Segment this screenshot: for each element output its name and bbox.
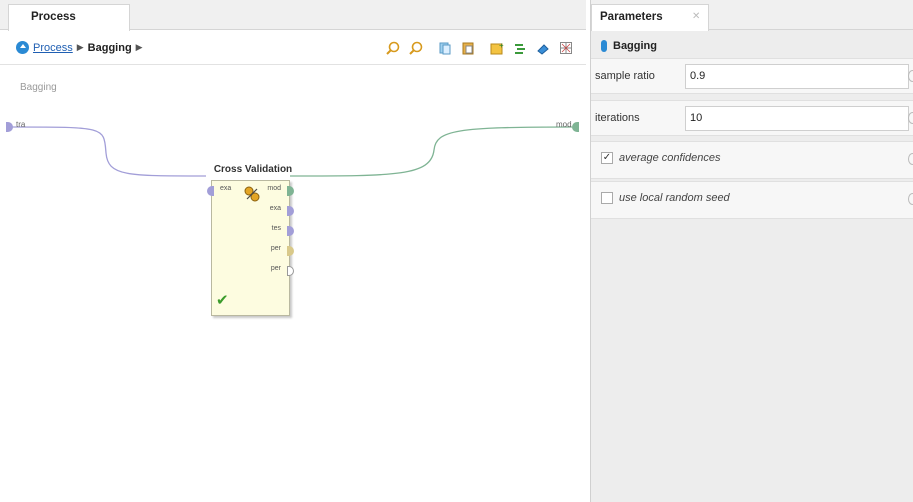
process-output-port[interactable] [572,122,579,132]
add-operator-icon[interactable]: + [489,40,505,56]
tab-parameters[interactable]: Parameters ✕ [591,4,709,31]
cross-validation-operator[interactable]: exa mod exa tes per per ✔ [207,180,294,316]
average-confidences-label: average confidences [619,152,721,164]
operator-input-port[interactable] [207,186,214,196]
sample-ratio-label: sample ratio [595,70,655,82]
zoom-in-icon[interactable] [385,40,401,56]
breadcrumb-current[interactable]: Bagging [88,42,132,54]
wire-icon[interactable] [512,40,528,56]
operator-input-port-label: exa [220,185,232,192]
process-toolbar: Process ▶ Bagging ▶ + [0,31,586,65]
iterations-label: iterations [595,112,640,124]
zoom-out-icon[interactable] [408,40,424,56]
home-icon[interactable] [16,41,29,54]
breadcrumb: Process ▶ Bagging ▶ [16,41,143,54]
tab-process[interactable]: Process [8,4,130,31]
help-icon[interactable] [908,153,913,165]
paste-icon[interactable] [460,40,476,56]
toolbar-icons: + [385,40,574,56]
status-ok-icon: ✔ [216,292,229,309]
parameters-operator-header: Bagging [601,40,657,52]
use-local-random-seed-checkbox[interactable] [601,192,613,204]
parameters-tabbar: Parameters ✕ [591,0,913,31]
close-icon[interactable]: ✕ [692,11,700,22]
iterations-field[interactable]: 10 [685,106,909,131]
wire-model-output [289,126,573,177]
operator-output-port-label: mod [267,185,281,192]
copy-icon[interactable] [437,40,453,56]
wire-training-input [11,126,207,177]
use-local-random-seed-label: use local random seed [619,192,730,204]
operator-title: Cross Validation [213,164,293,175]
operator-info-icon [601,40,607,52]
operator-output-port-label: per [270,265,281,272]
tab-parameters-label: Parameters [600,11,663,23]
param-row-iterations: iterations 10 [591,100,913,136]
svg-text:+: + [499,41,504,50]
process-canvas[interactable]: Bagging tra mod Cross Validation exa mod… [6,68,580,498]
parameters-panel: Parameters ✕ Bagging sample ratio 0.9 it… [590,0,913,502]
param-row-average-confidences: ✓ average confidences [591,141,913,179]
sample-ratio-field[interactable]: 0.9 [685,64,909,89]
operator-output-port-label: per [270,245,281,252]
cross-validation-icon [244,186,260,205]
process-input-port-label: tra [16,120,26,129]
grid-icon[interactable] [558,40,574,56]
chevron-right-icon: ▶ [76,42,84,52]
operator-output-port-label: exa [269,205,281,212]
param-row-sample-ratio: sample ratio 0.9 [591,58,913,94]
average-confidences-checkbox[interactable]: ✓ [601,152,613,164]
process-tabbar: Process [0,0,586,31]
process-output-port-label: mod [556,120,572,129]
chevron-right-icon[interactable]: ▶ [136,42,143,53]
process-panel: Process Process ▶ Bagging ▶ + Bagging tr… [0,0,586,502]
help-icon[interactable] [908,193,913,205]
breadcrumb-root-link[interactable]: Process [33,42,73,54]
breakpoint-icon[interactable] [535,40,551,56]
parameters-operator-name: Bagging [613,40,657,52]
help-icon[interactable] [908,70,913,82]
operator-output-port-label: tes [271,225,281,232]
connection-wires [11,126,573,177]
param-row-use-local-random-seed: use local random seed [591,181,913,219]
help-icon[interactable] [908,112,913,124]
